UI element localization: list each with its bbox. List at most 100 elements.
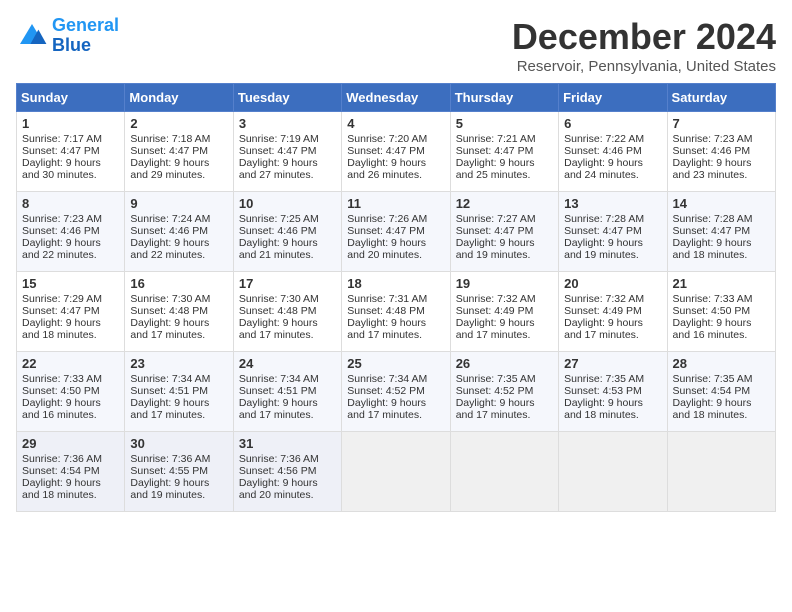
day-info-line: Daylight: 9 hours xyxy=(347,237,444,249)
day-info-line: Daylight: 9 hours xyxy=(564,397,661,409)
logo: General Blue xyxy=(16,16,119,56)
calendar-week-row: 29Sunrise: 7:36 AMSunset: 4:54 PMDayligh… xyxy=(17,432,776,512)
day-info-line: Sunrise: 7:28 AM xyxy=(564,213,661,225)
day-number: 1 xyxy=(22,116,119,131)
day-info-line: Sunset: 4:49 PM xyxy=(456,305,553,317)
day-info-line: Sunrise: 7:23 AM xyxy=(673,133,770,145)
day-number: 28 xyxy=(673,356,770,371)
calendar-week-row: 22 Sunrise: 7:33 AMSunset: 4:50 PM Dayligh… xyxy=(17,352,776,432)
day-number: 9 xyxy=(130,196,227,211)
day-number: 22 xyxy=(22,356,119,371)
day-info-line: Sunrise: 7:34 AM xyxy=(347,373,444,385)
calendar-cell: 29Sunrise: 7:36 AMSunset: 4:54 PMDayligh… xyxy=(17,432,125,512)
calendar-cell: 9Sunrise: 7:24 AMSunset: 4:46 PMDaylight… xyxy=(125,192,233,272)
day-info-line: Sunrise: 7:18 AM xyxy=(130,133,227,145)
calendar-cell: 12Sunrise: 7:27 AMSunset: 4:47 PMDayligh… xyxy=(450,192,558,272)
calendar-cell: 8Sunrise: 7:23 AMSunset: 4:46 PMDaylight… xyxy=(17,192,125,272)
calendar-week-row: 1 Sunrise: 7:17 AM Sunset: 4:47 PM Daylight… xyxy=(17,112,776,192)
calendar-cell: 2Sunrise: 7:18 AMSunset: 4:47 PMDaylight… xyxy=(125,112,233,192)
day-info-line: Sunrise: 7:28 AM xyxy=(673,213,770,225)
day-info-line: Sunset: 4:50 PM xyxy=(673,305,770,317)
day-info-line: Sunrise: 7:33 AM xyxy=(673,293,770,305)
day-info-line: and 26 minutes. xyxy=(347,169,444,181)
day-info-line: Daylight: 9 hours xyxy=(456,397,553,409)
day-info-line: Sunrise: 7:30 AM xyxy=(130,293,227,305)
day-info-line: Sunset: 4:51 PM xyxy=(130,385,227,397)
day-info-line: Daylight: 9 hours xyxy=(673,317,770,329)
day-info-line: Sunset: 4:48 PM xyxy=(239,305,336,317)
day-info-line: Daylight: 9 hours xyxy=(456,237,553,249)
day-info-line: and 16 minutes. xyxy=(22,409,119,421)
day-info-line: and 27 minutes. xyxy=(239,169,336,181)
header-saturday: Saturday xyxy=(667,84,775,112)
day-number: 30 xyxy=(130,436,227,451)
day-info-line: Sunrise: 7:27 AM xyxy=(456,213,553,225)
day-info-line: and 17 minutes. xyxy=(239,409,336,421)
calendar-cell: 19Sunrise: 7:32 AMSunset: 4:49 PMDayligh… xyxy=(450,272,558,352)
day-info-line: Sunrise: 7:29 AM xyxy=(22,293,119,305)
day-info-line: Daylight: 9 hours xyxy=(22,237,119,249)
day-number: 5 xyxy=(456,116,553,131)
day-info-line: Sunrise: 7:32 AM xyxy=(564,293,661,305)
day-info-line: Sunset: 4:50 PM xyxy=(22,385,119,397)
calendar-week-row: 15Sunrise: 7:29 AMSunset: 4:47 PMDayligh… xyxy=(17,272,776,352)
day-info-line: and 17 minutes. xyxy=(347,409,444,421)
day-info-line: Daylight: 9 hours xyxy=(22,317,119,329)
day-info-line: Daylight: 9 hours xyxy=(130,477,227,489)
header-sunday: Sunday xyxy=(17,84,125,112)
day-info-line: Daylight: 9 hours xyxy=(456,317,553,329)
calendar-cell: 14Sunrise: 7:28 AMSunset: 4:47 PMDayligh… xyxy=(667,192,775,272)
header-friday: Friday xyxy=(559,84,667,112)
day-info-line: Sunrise: 7:33 AM xyxy=(22,373,119,385)
day-info-line: Sunrise: 7:34 AM xyxy=(239,373,336,385)
calendar-cell: 7Sunrise: 7:23 AMSunset: 4:46 PMDaylight… xyxy=(667,112,775,192)
logo-text: General Blue xyxy=(52,16,119,56)
calendar-week-row: 8Sunrise: 7:23 AMSunset: 4:46 PMDaylight… xyxy=(17,192,776,272)
day-info-line: and 17 minutes. xyxy=(564,329,661,341)
day-info-line: Sunset: 4:47 PM xyxy=(347,145,444,157)
day-info-line: Daylight: 9 hours xyxy=(564,157,661,169)
day-info-line: Sunrise: 7:36 AM xyxy=(22,453,119,465)
day-info-line: and 20 minutes. xyxy=(239,489,336,501)
calendar-table: SundayMondayTuesdayWednesdayThursdayFrid… xyxy=(16,83,776,512)
day-info-line: Sunset: 4:46 PM xyxy=(239,225,336,237)
calendar-cell: 11Sunrise: 7:26 AMSunset: 4:47 PMDayligh… xyxy=(342,192,450,272)
calendar-cell: 16Sunrise: 7:30 AMSunset: 4:48 PMDayligh… xyxy=(125,272,233,352)
calendar-cell: 30Sunrise: 7:36 AMSunset: 4:55 PMDayligh… xyxy=(125,432,233,512)
day-number: 13 xyxy=(564,196,661,211)
day-info-line: and 25 minutes. xyxy=(456,169,553,181)
day-info-line: and 29 minutes. xyxy=(130,169,227,181)
calendar-cell: 17Sunrise: 7:30 AMSunset: 4:48 PMDayligh… xyxy=(233,272,341,352)
day-info-line: Daylight: 9 hours xyxy=(22,477,119,489)
day-info-line: and 30 minutes. xyxy=(22,169,119,181)
header-monday: Monday xyxy=(125,84,233,112)
day-number: 12 xyxy=(456,196,553,211)
calendar-cell: 26Sunrise: 7:35 AMSunset: 4:52 PMDayligh… xyxy=(450,352,558,432)
day-info-line: and 17 minutes. xyxy=(130,409,227,421)
logo-icon xyxy=(16,20,48,52)
day-info-line: and 18 minutes. xyxy=(564,409,661,421)
day-info-line: Sunset: 4:46 PM xyxy=(130,225,227,237)
day-info-line: Daylight: 9 hours xyxy=(239,317,336,329)
calendar-cell: 27Sunrise: 7:35 AMSunset: 4:53 PMDayligh… xyxy=(559,352,667,432)
day-info-line: and 17 minutes. xyxy=(130,329,227,341)
calendar-cell: 4Sunrise: 7:20 AMSunset: 4:47 PMDaylight… xyxy=(342,112,450,192)
day-info-line: and 19 minutes. xyxy=(130,489,227,501)
day-number: 10 xyxy=(239,196,336,211)
day-info-line: Sunrise: 7:35 AM xyxy=(456,373,553,385)
day-info-line: Sunrise: 7:17 AM xyxy=(22,133,119,145)
day-info-line: Sunset: 4:54 PM xyxy=(22,465,119,477)
day-info-line: Daylight: 9 hours xyxy=(130,317,227,329)
day-info-line: and 18 minutes. xyxy=(22,329,119,341)
day-info-line: and 18 minutes. xyxy=(673,409,770,421)
location-subtitle: Reservoir, Pennsylvania, United States xyxy=(512,58,776,75)
day-info-line: Daylight: 9 hours xyxy=(673,397,770,409)
day-info-line: Sunset: 4:46 PM xyxy=(22,225,119,237)
day-info-line: Sunrise: 7:25 AM xyxy=(239,213,336,225)
day-number: 8 xyxy=(22,196,119,211)
day-number: 16 xyxy=(130,276,227,291)
day-info-line: Sunset: 4:52 PM xyxy=(456,385,553,397)
calendar-header-row: SundayMondayTuesdayWednesdayThursdayFrid… xyxy=(17,84,776,112)
day-info-line: Sunset: 4:56 PM xyxy=(239,465,336,477)
day-number: 4 xyxy=(347,116,444,131)
